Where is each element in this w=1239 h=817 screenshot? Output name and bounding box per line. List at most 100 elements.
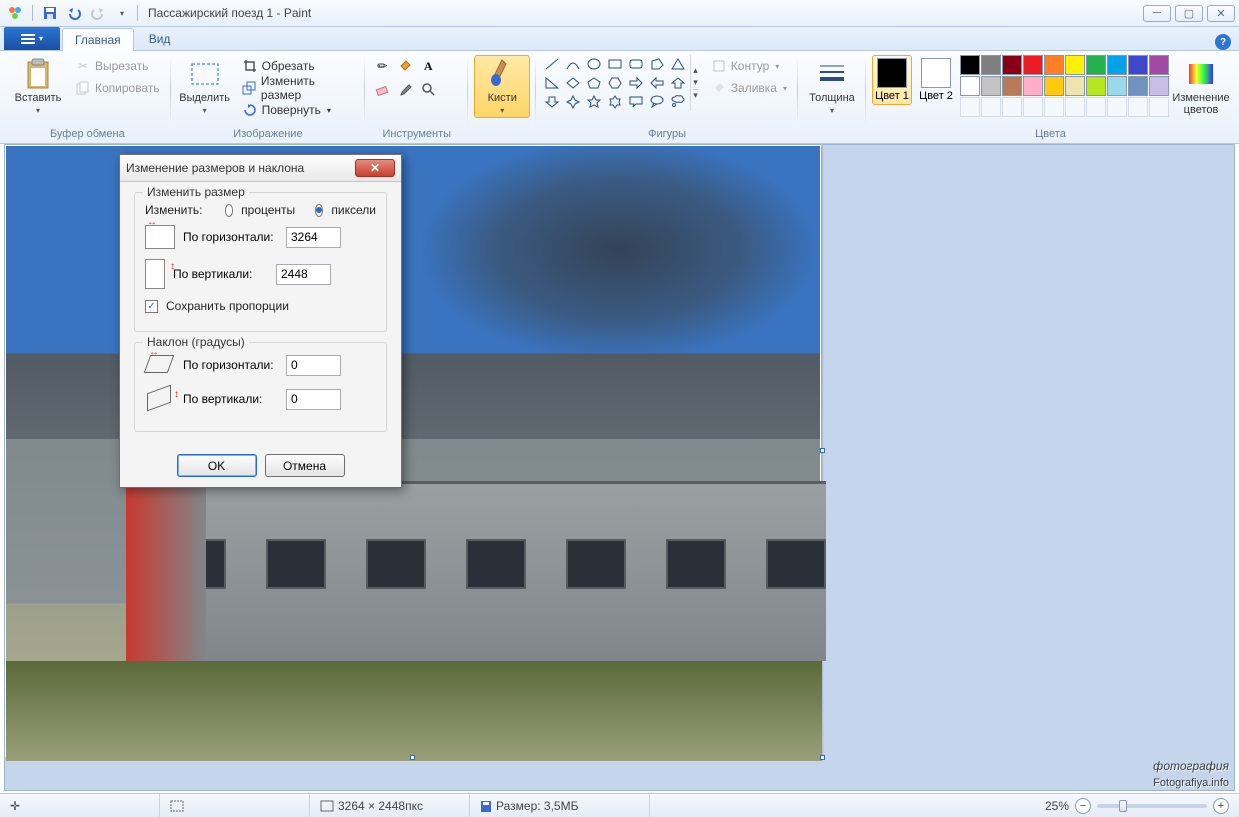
select-button[interactable]: Выделить ▾ — [177, 55, 233, 118]
qat-dropdown-icon[interactable]: ▾ — [111, 2, 133, 24]
color-swatch[interactable] — [1128, 55, 1148, 75]
shape-callout-cloud-icon[interactable] — [668, 93, 688, 111]
color-swatch[interactable] — [1086, 55, 1106, 75]
color-swatch[interactable] — [1128, 76, 1148, 96]
color-swatch[interactable] — [1044, 55, 1064, 75]
picker-tool-icon[interactable] — [394, 78, 416, 100]
skew-horiz-input[interactable] — [286, 355, 341, 376]
shapes-gallery[interactable] — [542, 55, 688, 111]
color2-button[interactable]: Цвет 2 — [916, 55, 956, 105]
color-swatch-empty[interactable] — [981, 97, 1001, 117]
horiz-input[interactable] — [286, 227, 341, 248]
shape-arrow-up-icon[interactable] — [668, 74, 688, 92]
color-swatch-empty[interactable] — [1149, 97, 1169, 117]
paste-button[interactable]: Вставить ▾ — [10, 55, 66, 118]
help-icon[interactable]: ? — [1215, 34, 1231, 50]
color-swatch[interactable] — [1107, 55, 1127, 75]
text-tool-icon[interactable]: A — [417, 55, 439, 77]
keep-ratio-checkbox[interactable]: ✓ — [145, 300, 158, 313]
color-swatch[interactable] — [1149, 76, 1169, 96]
color-swatch[interactable] — [1086, 76, 1106, 96]
color-swatch[interactable] — [960, 55, 980, 75]
pixels-label[interactable]: пиксели — [331, 203, 376, 217]
shape-star5-icon[interactable] — [584, 93, 604, 111]
color-swatch[interactable] — [1002, 76, 1022, 96]
ok-button[interactable]: OK — [177, 454, 257, 477]
color1-button[interactable]: Цвет 1 — [872, 55, 912, 105]
shape-star4-icon[interactable] — [563, 93, 583, 111]
color-swatch[interactable] — [960, 76, 980, 96]
shape-arrow-down-icon[interactable] — [542, 93, 562, 111]
pixels-radio[interactable] — [315, 204, 324, 217]
tab-view[interactable]: Вид — [136, 27, 184, 50]
color-swatch-empty[interactable] — [1065, 97, 1085, 117]
undo-icon[interactable] — [63, 2, 85, 24]
minimize-button[interactable]: ─ — [1143, 5, 1171, 22]
color-swatch[interactable] — [1065, 76, 1085, 96]
eraser-tool-icon[interactable] — [371, 78, 393, 100]
bucket-tool-icon[interactable] — [394, 55, 416, 77]
resize-handle-s[interactable] — [410, 755, 415, 760]
zoom-out-button[interactable]: − — [1075, 798, 1091, 814]
close-button[interactable]: ✕ — [1207, 5, 1235, 22]
resize-handle-se[interactable] — [820, 755, 825, 760]
shape-rect-icon[interactable] — [605, 55, 625, 73]
shape-arrow-right-icon[interactable] — [626, 74, 646, 92]
color-swatch[interactable] — [1023, 76, 1043, 96]
color-swatch-empty[interactable] — [1107, 97, 1127, 117]
percent-label[interactable]: проценты — [241, 203, 295, 217]
color-swatch-empty[interactable] — [1023, 97, 1043, 117]
color-swatch[interactable] — [1065, 55, 1085, 75]
color-swatch[interactable] — [1149, 55, 1169, 75]
shape-pentagon-icon[interactable] — [584, 74, 604, 92]
shape-callout-rect-icon[interactable] — [626, 93, 646, 111]
shape-triangle-icon[interactable] — [668, 55, 688, 73]
resize-handle-e[interactable] — [820, 448, 825, 453]
edit-colors-button[interactable]: Изменение цветов — [1173, 55, 1229, 119]
color-swatch-empty[interactable] — [1002, 97, 1022, 117]
shape-diamond-icon[interactable] — [563, 74, 583, 92]
dialog-close-button[interactable]: ✕ — [355, 159, 395, 177]
shape-roundrect-icon[interactable] — [626, 55, 646, 73]
color-swatch[interactable] — [981, 76, 1001, 96]
color-swatch[interactable] — [1023, 55, 1043, 75]
size-button[interactable]: Толщина ▾ — [804, 55, 860, 118]
tab-main[interactable]: Главная — [62, 28, 134, 51]
shape-line-icon[interactable] — [542, 55, 562, 73]
fill-button[interactable]: Заливка▾ — [706, 77, 792, 99]
shape-star6-icon[interactable] — [605, 93, 625, 111]
rotate-button[interactable]: Повернуть▾ — [237, 99, 360, 121]
skew-vert-input[interactable] — [286, 389, 341, 410]
shape-arrow-left-icon[interactable] — [647, 74, 667, 92]
save-icon[interactable] — [39, 2, 61, 24]
zoom-slider-thumb[interactable] — [1119, 800, 1127, 812]
zoom-slider[interactable] — [1097, 804, 1207, 808]
copy-button[interactable]: Копировать — [70, 77, 165, 99]
redo-icon[interactable] — [87, 2, 109, 24]
color-swatch[interactable] — [1107, 76, 1127, 96]
brushes-button[interactable]: Кисти ▾ — [474, 55, 530, 118]
color-swatch-empty[interactable] — [1128, 97, 1148, 117]
maximize-button[interactable]: ▢ — [1175, 5, 1203, 22]
resize-button[interactable]: Изменить размер — [237, 77, 360, 99]
pencil-tool-icon[interactable]: ✏ — [371, 55, 393, 77]
shape-polygon-icon[interactable] — [647, 55, 667, 73]
cut-button[interactable]: ✂Вырезать — [70, 55, 165, 77]
color-swatch-empty[interactable] — [1044, 97, 1064, 117]
shape-right-triangle-icon[interactable] — [542, 74, 562, 92]
color-swatch-empty[interactable] — [1086, 97, 1106, 117]
shape-hexagon-icon[interactable] — [605, 74, 625, 92]
cancel-button[interactable]: Отмена — [265, 454, 345, 477]
shape-curve-icon[interactable] — [563, 55, 583, 73]
shape-callout-oval-icon[interactable] — [647, 93, 667, 111]
zoom-in-button[interactable]: + — [1213, 798, 1229, 814]
keep-ratio-label[interactable]: Сохранить пропорции — [166, 299, 289, 313]
color-swatch[interactable] — [1002, 55, 1022, 75]
magnifier-tool-icon[interactable] — [417, 78, 439, 100]
vert-input[interactable] — [276, 264, 331, 285]
outline-button[interactable]: Контур▾ — [706, 55, 792, 77]
dialog-titlebar[interactable]: Изменение размеров и наклона ✕ — [120, 155, 401, 182]
file-menu-button[interactable]: ▾ — [4, 27, 60, 50]
shape-oval-icon[interactable] — [584, 55, 604, 73]
color-swatch[interactable] — [981, 55, 1001, 75]
